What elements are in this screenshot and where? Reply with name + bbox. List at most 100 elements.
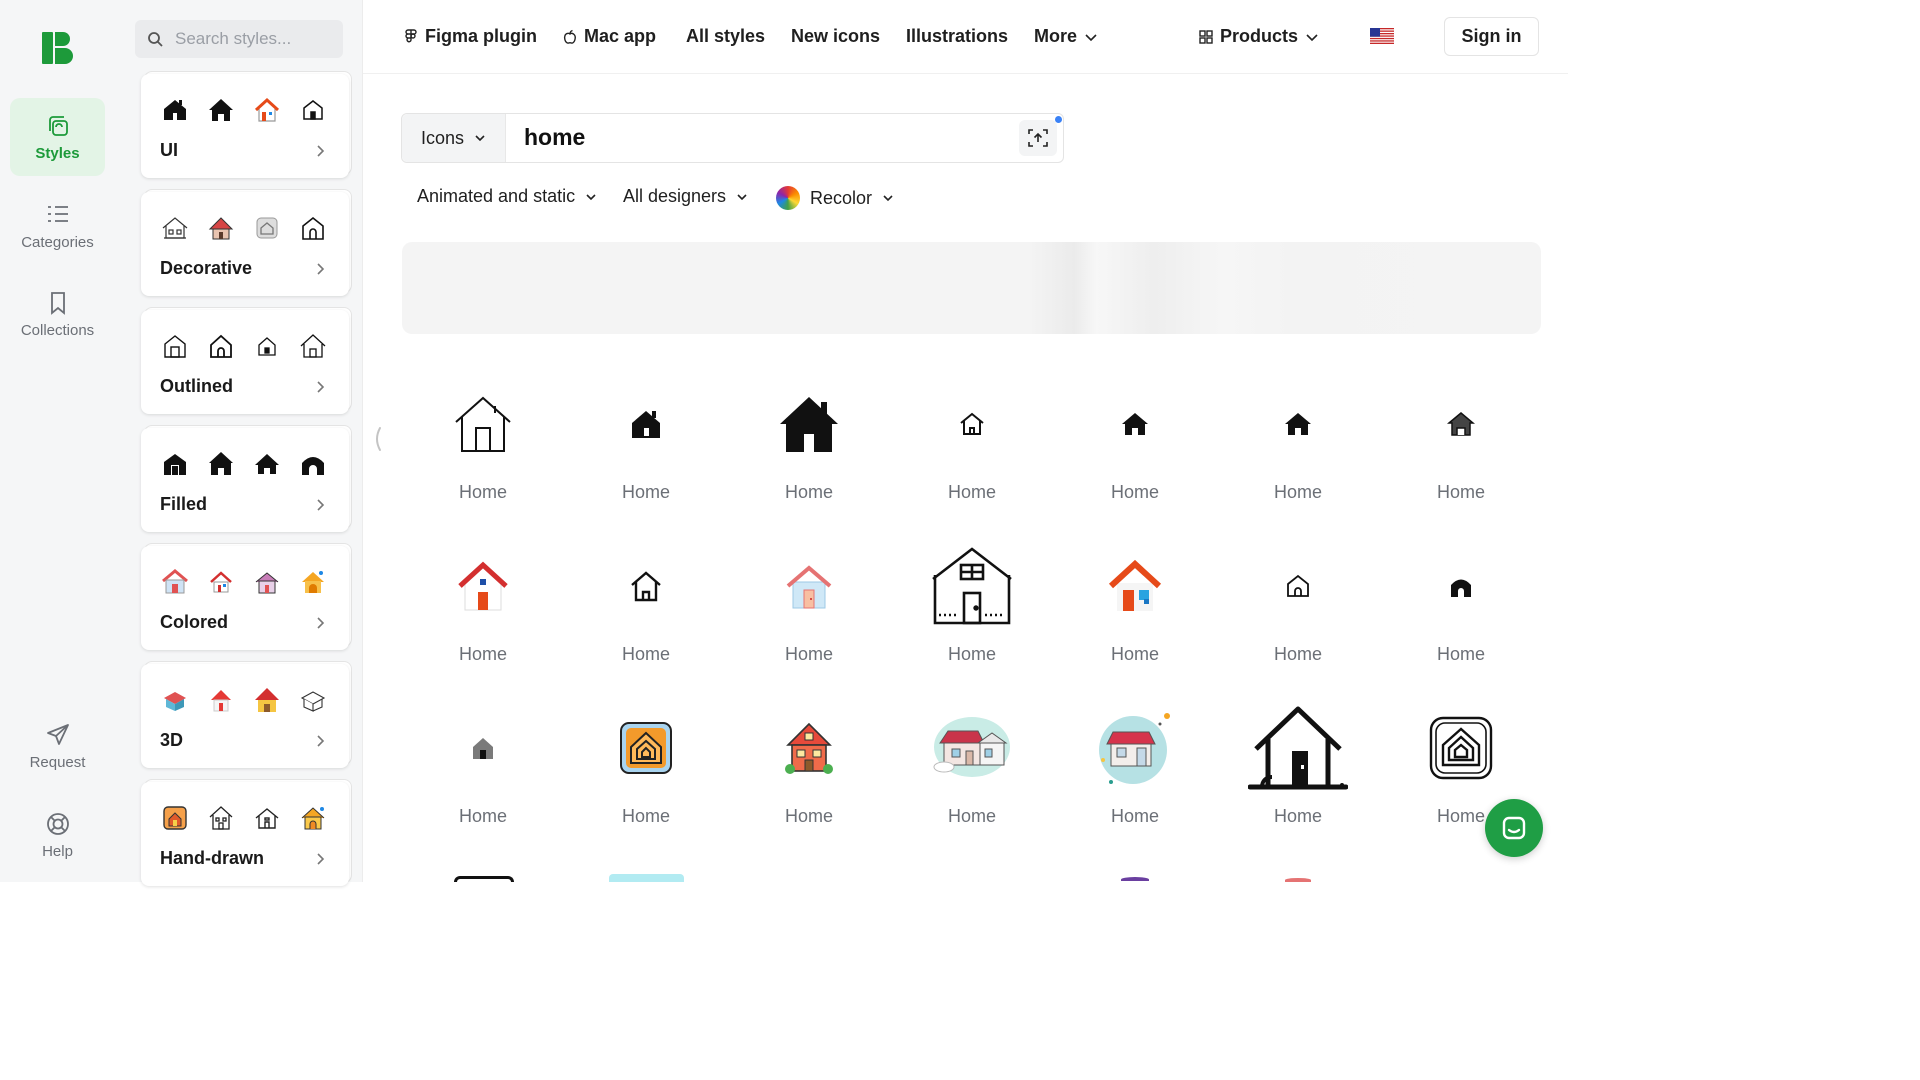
house-hand-drawn-icon — [255, 808, 279, 829]
chevron-down-icon — [475, 135, 485, 142]
icon-result[interactable]: Home — [565, 372, 727, 522]
icon-result[interactable]: Home — [565, 696, 727, 846]
style-card-outlined[interactable]: Outlined — [141, 310, 349, 414]
house-filled-icon — [209, 99, 233, 121]
style-card-label: Outlined — [160, 376, 233, 396]
icon-result-label: Home — [621, 806, 670, 826]
rail-item-categories[interactable]: Categories — [10, 187, 105, 265]
lifebuoy-icon — [46, 812, 69, 835]
filter-recolor[interactable]: Recolor — [776, 186, 894, 210]
partial-icon-result — [454, 876, 514, 882]
icon-result-label: Home — [1273, 806, 1322, 826]
house-outline-icon — [300, 334, 326, 358]
house-outline-icon — [210, 334, 232, 358]
sign-in-button[interactable]: Sign in — [1444, 17, 1539, 56]
house-outline-icon — [455, 396, 511, 452]
icon-result[interactable]: Home — [402, 534, 564, 684]
card-preview — [161, 686, 327, 714]
partial-icon-result — [1285, 878, 1311, 882]
filter-label: All designers — [623, 186, 727, 206]
house-outline-icon — [302, 216, 324, 240]
chevron-right-icon — [317, 381, 325, 393]
icon-result-label: Home — [784, 644, 833, 664]
rail-item-collections[interactable]: Collections — [10, 275, 105, 353]
search-by-image-button[interactable] — [1019, 120, 1057, 156]
icon-result[interactable]: Home — [1380, 372, 1542, 522]
main-search-input[interactable] — [524, 124, 994, 151]
icon-result[interactable]: Home — [1217, 372, 1379, 522]
house-cartoon-icon — [785, 722, 833, 774]
house-filled-icon — [1122, 413, 1148, 435]
search-icon — [148, 32, 163, 47]
filter-animation[interactable]: Animated and static — [417, 186, 597, 207]
nav-products[interactable]: Products — [1198, 26, 1320, 47]
logo-icon[interactable] — [42, 32, 74, 64]
style-card-hand-drawn[interactable]: Hand-drawn — [141, 782, 349, 886]
styles-icon — [48, 115, 68, 136]
icon-result[interactable]: Home — [891, 372, 1053, 522]
icon-result[interactable]: Home — [1380, 534, 1542, 684]
nav-mac-app[interactable]: Mac app — [562, 26, 656, 47]
icon-result[interactable]: Home — [728, 372, 890, 522]
icon-result-label: Home — [458, 806, 507, 826]
icon-result[interactable]: Home — [728, 696, 890, 846]
icon-result[interactable]: Home — [565, 534, 727, 684]
style-card-decorative[interactable]: Decorative — [141, 192, 349, 296]
chat-launcher-button[interactable] — [1485, 799, 1543, 857]
icon-result[interactable]: Home — [1054, 372, 1216, 522]
icon-result-label: Home — [1436, 644, 1485, 664]
icon-result[interactable]: Home — [402, 372, 564, 522]
card-preview — [161, 214, 327, 242]
style-card-colored[interactable]: Colored — [141, 546, 349, 650]
upload-scan-icon — [1028, 129, 1048, 147]
nav-all-styles[interactable]: All styles — [686, 26, 765, 47]
nav-illustrations[interactable]: Illustrations — [906, 26, 1008, 47]
icon-result[interactable]: Home — [728, 534, 890, 684]
grid-icon — [1199, 29, 1213, 44]
nav-more[interactable]: More — [1034, 26, 1099, 47]
icon-result-label: Home — [947, 806, 996, 826]
nav-figma-plugin[interactable]: Figma plugin — [403, 26, 537, 47]
nav-new-icons[interactable]: New icons — [791, 26, 880, 47]
style-card-filled[interactable]: Filled — [141, 428, 349, 532]
styles-panel: UI Decorative Outlined — [115, 0, 363, 886]
icon-result[interactable]: Home — [891, 534, 1053, 684]
partial-icon-result — [609, 874, 684, 882]
house-outline-icon — [1287, 574, 1309, 597]
chevron-down-icon — [1306, 33, 1318, 41]
style-card-label: Hand-drawn — [160, 848, 265, 868]
icon-result[interactable]: Home — [1054, 534, 1216, 684]
rail-item-help[interactable]: Help — [10, 796, 105, 874]
card-preview — [161, 568, 327, 596]
us-flag-icon[interactable] — [1370, 28, 1394, 44]
house-badge-icon — [256, 217, 278, 239]
icon-result[interactable]: Home — [1217, 696, 1379, 846]
icon-result[interactable]: Home — [1054, 696, 1216, 846]
rail-item-styles[interactable]: Styles — [10, 98, 105, 176]
icon-result[interactable]: Home — [402, 696, 564, 846]
style-search[interactable] — [135, 20, 343, 58]
style-card-label: Decorative — [160, 258, 253, 278]
house-3d-icon — [255, 688, 279, 712]
house-filled-icon — [164, 454, 186, 475]
partial-icon-result — [1121, 877, 1149, 882]
style-card-label: 3D — [160, 730, 184, 750]
rail-item-request[interactable]: Request — [10, 707, 105, 785]
house-colored-icon — [255, 572, 279, 594]
style-search-input[interactable] — [175, 29, 325, 49]
list-icon — [47, 205, 68, 222]
icon-result[interactable]: Home — [1217, 534, 1379, 684]
panel-collapse-handle[interactable] — [372, 426, 382, 452]
style-card-3d[interactable]: 3D — [141, 664, 349, 768]
icon-result-label: Home — [784, 806, 833, 826]
house-lineart-icon — [162, 217, 188, 239]
chat-icon — [1502, 816, 1526, 840]
asset-type-dropdown[interactable]: Icons — [402, 114, 506, 162]
house-colored-icon — [786, 565, 832, 609]
chevron-down-icon — [883, 195, 893, 202]
icon-result[interactable]: Home — [891, 696, 1053, 846]
style-card-ui[interactable]: UI — [141, 74, 349, 178]
chevron-down-icon — [737, 193, 747, 200]
filter-designers[interactable]: All designers — [623, 186, 748, 207]
house-colored-icon — [210, 571, 232, 593]
